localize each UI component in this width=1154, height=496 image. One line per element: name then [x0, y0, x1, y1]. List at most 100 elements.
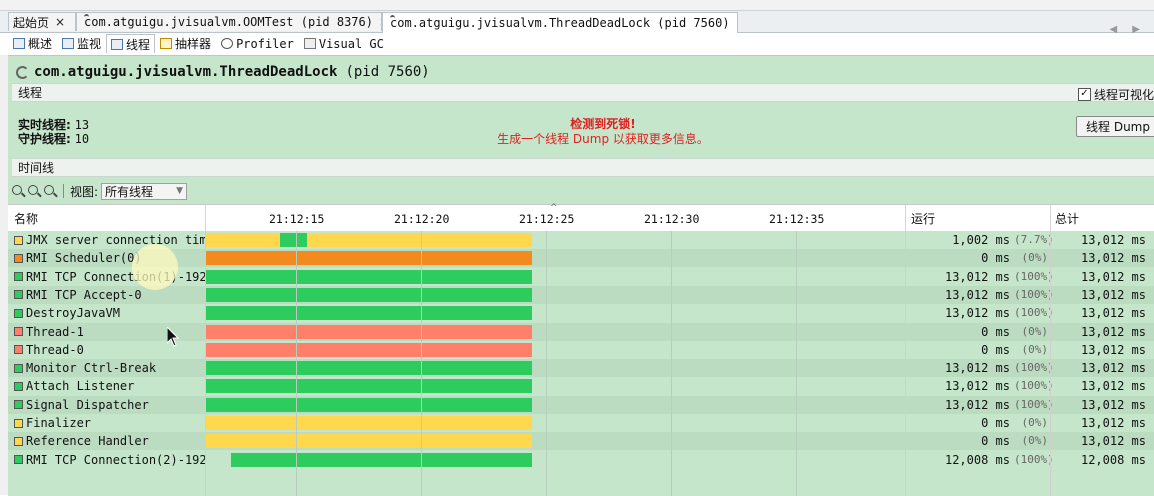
visualize-threads-toggle[interactable]: ✓ 线程可视化	[1077, 86, 1154, 103]
running-time: 0 ms	[981, 416, 1010, 430]
chevron-up-icon[interactable]: ^	[550, 203, 558, 213]
column-separator[interactable]	[1050, 205, 1051, 231]
running-percent: (0%)	[1021, 324, 1049, 338]
total-time: 13,012 ms	[1080, 342, 1146, 357]
threads-list-icon	[111, 38, 124, 50]
running-percent: (100%)	[1014, 306, 1054, 320]
zoom-fit-icon[interactable]	[44, 184, 57, 198]
running-percent: (100%)	[1014, 397, 1054, 411]
time-tick: 21:12:20	[394, 212, 450, 226]
timeline-gridline	[421, 231, 422, 496]
table-row[interactable]: RMI TCP Connection(1)-192.168.1.1 13,012 …	[8, 267, 1154, 286]
column-separator[interactable]	[905, 205, 906, 231]
running-percent: (7.7%)	[1014, 233, 1054, 246]
table-row[interactable]: Finalizer 0 ms (0%) 13,012 ms	[8, 414, 1154, 432]
refresh-spinner-icon	[16, 65, 29, 79]
tab-label: Visual GC	[318, 36, 384, 51]
tab-threads[interactable]: 线程	[106, 34, 156, 53]
thread-name: Monitor Ctrl-Break	[14, 359, 208, 377]
document-tab-bar: 起始页 × com.atguigu.jvisualvm.OOMTest (pid…	[0, 11, 1154, 35]
table-row[interactable]: Thread-1 0 ms (0%) 13,012 ms	[8, 322, 1154, 341]
thread-name-label: Monitor Ctrl-Break	[26, 361, 157, 376]
thread-state-icon	[14, 436, 23, 446]
tab-visual-gc[interactable]: Visual GC	[299, 34, 389, 53]
zoom-in-icon[interactable]	[12, 184, 25, 198]
tab-label: 概述	[28, 37, 53, 51]
thread-name: DestroyJavaVM	[14, 304, 208, 322]
close-icon[interactable]: ×	[55, 15, 65, 29]
running-time: 13,012 ms	[944, 361, 1010, 376]
tab-label: 监视	[77, 37, 102, 51]
thread-name-label: Reference Handler	[26, 434, 149, 449]
total-time: 13,012 ms	[1080, 397, 1146, 412]
tab-label: 线程	[126, 37, 151, 52]
deadlock-title: 检测到死锁!	[570, 117, 636, 131]
tab-threaddeadlock[interactable]: com.atguigu.jvisualvm.ThreadDeadLock (pi…	[382, 12, 738, 33]
thread-name-label: DestroyJavaVM	[26, 306, 120, 321]
timeline-gridline	[296, 231, 297, 496]
close-icon[interactable]: ×	[736, 16, 737, 30]
column-total[interactable]: 总计	[1055, 205, 1079, 231]
thread-state-icon	[14, 272, 23, 282]
column-running[interactable]: 运行	[911, 205, 935, 231]
checkbox-checked-icon[interactable]: ✓	[1077, 88, 1091, 101]
table-row[interactable]: DestroyJavaVM 13,012 ms (100%) 13,012 ms	[8, 304, 1154, 323]
table-row[interactable]: RMI TCP Connection(2)-192.168.1.1 12,008 …	[8, 450, 1154, 469]
tab-scroll-arrows[interactable]: ◀ ▶	[1109, 24, 1146, 35]
thread-state-bar	[206, 306, 532, 321]
mouse-cursor-icon	[167, 327, 179, 347]
total-time: 13,012 ms	[1080, 251, 1146, 266]
tab-monitor[interactable]: 监视	[57, 34, 106, 53]
column-name[interactable]: 名称	[14, 205, 38, 231]
column-divider	[205, 231, 206, 496]
total-time: 12,008 ms	[1080, 452, 1146, 467]
total-time: 13,012 ms	[1080, 324, 1146, 339]
thread-name-label: Finalizer	[26, 416, 92, 430]
total-time: 13,012 ms	[1080, 379, 1146, 394]
timeline-table-header: 名称 21:12:15 21:12:20 21:12:25 21:12:30 2…	[8, 203, 1154, 232]
table-row[interactable]: JMX server connection timeout 17 1,002 ms…	[8, 231, 1154, 249]
view-select[interactable]: 所有线程 ▼	[101, 182, 188, 200]
thread-state-bar	[206, 287, 532, 302]
table-row[interactable]: Monitor Ctrl-Break 13,012 ms (100%) 13,012 …	[8, 359, 1154, 378]
thread-name-label: Thread-0	[26, 342, 84, 357]
tab-oomtest[interactable]: com.atguigu.jvisualvm.OOMTest (pid 8376)…	[76, 12, 382, 31]
thread-state-icon	[14, 290, 23, 300]
table-row[interactable]: Attach Listener 13,012 ms (100%) 13,012 ms	[8, 377, 1154, 396]
thread-name: Finalizer	[14, 414, 208, 432]
app-pid: (pid 7560)	[345, 64, 430, 80]
running-percent: (0%)	[1021, 251, 1049, 265]
table-row[interactable]: Signal Dispatcher 13,012 ms (100%) 13,012 m…	[8, 395, 1154, 414]
section-title: 线程	[18, 86, 43, 100]
view-label: 视图:	[70, 184, 99, 199]
view-tab-bar: 概述 监视 线程 抽样器 Profiler Visual GC	[8, 34, 389, 54]
tab-profiler[interactable]: Profiler	[216, 34, 299, 53]
thread-state-icon	[14, 235, 23, 245]
tab-sampler[interactable]: 抽样器	[155, 34, 216, 53]
thread-state-icon	[14, 455, 23, 465]
tab-overview[interactable]: 概述	[8, 34, 57, 53]
table-row[interactable]: RMI Scheduler(0) 0 ms (0%) 13,012 ms	[8, 249, 1154, 268]
window-top-strip	[0, 0, 1154, 11]
zoom-out-icon[interactable]	[28, 184, 41, 198]
live-threads-label: 实时线程:	[18, 118, 71, 132]
thread-state-icon	[14, 400, 23, 410]
column-divider	[1050, 231, 1051, 496]
daemon-threads-label: 守护线程:	[18, 132, 71, 146]
daemon-threads-value: 10	[74, 132, 90, 146]
profiler-clock-icon	[221, 38, 234, 49]
tab-start-page[interactable]: 起始页 ×	[8, 12, 76, 31]
thread-dump-button[interactable]: 线程 Dump	[1076, 116, 1154, 137]
table-row[interactable]: RMI TCP Accept-0 13,012 ms (100%) 13,012 ms	[8, 285, 1154, 304]
tab-label: 抽样器	[175, 37, 212, 51]
cursor-highlight	[132, 244, 178, 290]
threads-view: com.atguigu.jvisualvm.ThreadDeadLock (pi…	[8, 55, 1154, 496]
table-row[interactable]: Thread-0 0 ms (0%) 13,012 ms	[8, 340, 1154, 359]
column-separator[interactable]	[205, 205, 206, 231]
thread-name: RMI Scheduler(0)	[14, 249, 208, 267]
live-threads-value: 13	[74, 118, 90, 132]
thread-state-icon	[14, 345, 23, 355]
thread-name: JMX server connection timeout 17	[14, 231, 208, 249]
table-row[interactable]: Reference Handler 0 ms (0%) 13,012 ms	[8, 432, 1154, 451]
timeline-gridline	[796, 231, 797, 496]
